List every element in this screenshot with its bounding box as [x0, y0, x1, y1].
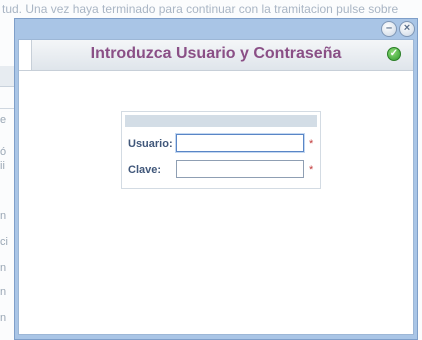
background-text-fragment: ii — [0, 160, 5, 172]
password-label: Clave: — [128, 164, 162, 176]
background-divider — [0, 108, 14, 109]
background-text-fragment: n — [0, 312, 7, 324]
login-form-header — [125, 115, 317, 127]
background-header-band — [0, 66, 14, 87]
password-input[interactable] — [176, 160, 304, 178]
dialog-header: Introduzca Usuario y Contraseña ✓ — [19, 40, 413, 71]
username-label: Usuario: — [128, 138, 173, 150]
close-icon[interactable]: × — [399, 21, 415, 37]
dialog-body: Introduzca Usuario y Contraseña ✓ Usuari… — [18, 39, 414, 335]
background-text-fragment: e — [0, 114, 7, 126]
background-text-fragment: ó — [0, 146, 7, 158]
username-required-mark: * — [309, 138, 314, 150]
background-instruction-text: tud. Una vez haya terminado para continu… — [2, 2, 399, 16]
password-required-mark: * — [309, 164, 314, 176]
background-text-fragment: ci — [0, 236, 8, 248]
minimize-icon[interactable]: – — [381, 21, 397, 37]
background-text-fragment: n — [0, 210, 7, 222]
login-dialog: – × Introduzca Usuario y Contraseña ✓ Us… — [14, 18, 418, 340]
check-circle-icon[interactable]: ✓ — [387, 47, 401, 61]
username-input[interactable] — [176, 134, 304, 152]
dialog-title: Introduzca Usuario y Contraseña — [90, 45, 342, 62]
login-form: Usuario: * Clave: * — [121, 111, 321, 189]
background-text-fragment: n — [0, 262, 7, 274]
background-text-fragment: n — [0, 286, 7, 298]
